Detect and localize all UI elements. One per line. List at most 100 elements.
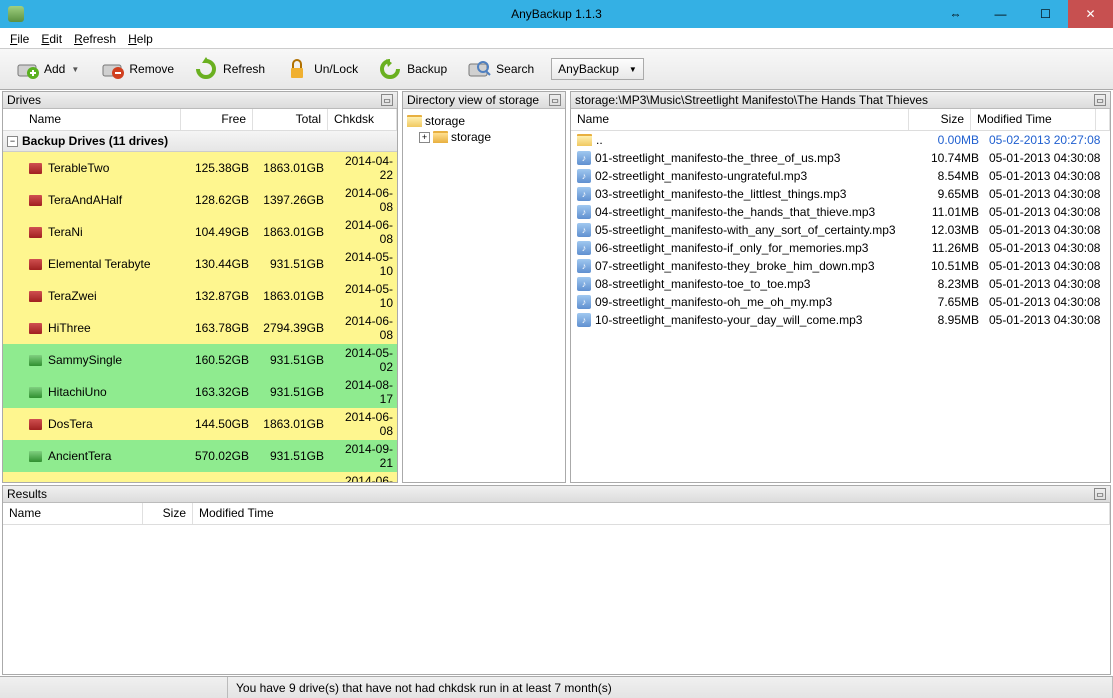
file-name: 04-streetlight_manifesto-the_hands_that_…: [595, 205, 875, 219]
search-button[interactable]: Search: [458, 52, 543, 86]
file-size: 8.54MB: [923, 169, 985, 183]
col-total[interactable]: Total: [253, 109, 328, 130]
unlock-button[interactable]: Un/Lock: [276, 52, 367, 86]
file-modified: 05-01-2013 04:30:08: [985, 205, 1110, 219]
file-row[interactable]: ♪06-streetlight_manifesto-if_only_for_me…: [571, 239, 1110, 257]
profile-select[interactable]: AnyBackup ▼: [551, 58, 644, 80]
drive-row[interactable]: AncientTera570.02GB931.51GB2014-09-21: [3, 440, 397, 472]
drive-chkdsk: 2014-09-21: [328, 442, 397, 470]
drives-list[interactable]: −Backup Drives (11 drives)TerableTwo125.…: [3, 131, 397, 482]
music-file-icon: ♪: [577, 169, 591, 183]
parent-folder-row[interactable]: ..0.00MB05-02-2013 20:27:08: [571, 131, 1110, 149]
remove-button[interactable]: Remove: [91, 52, 183, 86]
drive-name: TeraNi: [48, 225, 83, 239]
results-list[interactable]: [3, 525, 1110, 674]
refresh-icon: [194, 57, 218, 81]
drive-chkdsk: 2014-06-08: [328, 474, 397, 482]
remove-icon: [100, 57, 124, 81]
drive-icon: [29, 419, 42, 430]
file-row[interactable]: ♪07-streetlight_manifesto-they_broke_him…: [571, 257, 1110, 275]
file-modified: 05-01-2013 04:30:08: [985, 277, 1110, 291]
expand-icon[interactable]: +: [419, 132, 430, 143]
drive-name: SammySingle: [48, 353, 122, 367]
drive-icon: [29, 451, 42, 462]
drive-row[interactable]: TerableTwo125.38GB1863.01GB2014-04-22: [3, 152, 397, 184]
col-size[interactable]: Size: [143, 503, 193, 524]
drive-row[interactable]: HitachiUno163.32GB931.51GB2014-08-17: [3, 376, 397, 408]
drive-free: 130.44GB: [181, 257, 253, 271]
tree-panel-header: Directory view of storage ▭: [403, 92, 565, 109]
panel-collapse-icon[interactable]: ▭: [1094, 488, 1106, 500]
col-name[interactable]: Name: [571, 109, 909, 130]
title-bar: AnyBackup 1.1.3 ⇔ — ☐ ✕: [0, 0, 1113, 28]
file-name: 07-streetlight_manifesto-they_broke_him_…: [595, 259, 875, 273]
file-size: 10.51MB: [923, 259, 985, 273]
drive-row[interactable]: SammySingle160.52GB931.51GB2014-05-02: [3, 344, 397, 376]
remove-label: Remove: [129, 62, 174, 76]
drive-total: 931.51GB: [253, 257, 328, 271]
files-list[interactable]: ..0.00MB05-02-2013 20:27:08♪01-streetlig…: [571, 131, 1110, 482]
status-cell-left: [0, 677, 228, 698]
minimize-button[interactable]: —: [978, 0, 1023, 28]
drive-chkdsk: 2014-06-08: [328, 314, 397, 342]
col-modified[interactable]: Modified Time: [971, 109, 1096, 130]
file-name: 06-streetlight_manifesto-if_only_for_mem…: [595, 241, 868, 255]
col-name[interactable]: Name: [3, 503, 143, 524]
file-row[interactable]: ♪05-streetlight_manifesto-with_any_sort_…: [571, 221, 1110, 239]
refresh-button[interactable]: Refresh: [185, 52, 274, 86]
file-row[interactable]: ♪10-streetlight_manifesto-your_day_will_…: [571, 311, 1110, 329]
add-button[interactable]: Add ▼: [6, 52, 89, 86]
drive-free: 128.62GB: [181, 193, 253, 207]
menu-help[interactable]: Help: [122, 30, 159, 48]
tree-body[interactable]: storage + storage: [403, 109, 565, 149]
file-name: 05-streetlight_manifesto-with_any_sort_o…: [595, 223, 896, 237]
tree-root[interactable]: storage: [405, 113, 563, 129]
col-modified[interactable]: Modified Time: [193, 503, 1110, 524]
drive-total: 1863.01GB: [253, 417, 328, 431]
file-name: 09-streetlight_manifesto-oh_me_oh_my.mp3: [595, 295, 832, 309]
add-icon: [15, 57, 39, 81]
panel-collapse-icon[interactable]: ▭: [1094, 94, 1106, 106]
drive-group-header[interactable]: −Backup Drives (11 drives): [3, 131, 397, 152]
file-size: 8.95MB: [923, 313, 985, 327]
file-row[interactable]: ♪09-streetlight_manifesto-oh_me_oh_my.mp…: [571, 293, 1110, 311]
panel-collapse-icon[interactable]: ▭: [549, 94, 561, 106]
drive-icon: [29, 259, 42, 270]
col-name[interactable]: Name: [3, 109, 181, 130]
file-row[interactable]: ♪04-streetlight_manifesto-the_hands_that…: [571, 203, 1110, 221]
file-row[interactable]: ♪03-streetlight_manifesto-the_littlest_t…: [571, 185, 1110, 203]
file-size: 8.23MB: [923, 277, 985, 291]
drive-row[interactable]: TeraAndAHalf128.62GB1397.26GB2014-06-08: [3, 184, 397, 216]
drive-icon: [29, 355, 42, 366]
close-button[interactable]: ✕: [1068, 0, 1113, 28]
chevron-down-icon[interactable]: ▼: [70, 65, 80, 74]
drive-free: 163.32GB: [181, 385, 253, 399]
results-panel-header: Results ▭: [3, 486, 1110, 503]
col-chkdsk[interactable]: Chkdsk: [328, 109, 397, 130]
drive-row[interactable]: HiThree163.78GB2794.39GB2014-06-08: [3, 312, 397, 344]
backup-button[interactable]: Backup: [369, 52, 456, 86]
col-free[interactable]: Free: [181, 109, 253, 130]
file-row[interactable]: ♪02-streetlight_manifesto-ungrateful.mp3…: [571, 167, 1110, 185]
drive-row[interactable]: Elemental Terabyte130.44GB931.51GB2014-0…: [3, 248, 397, 280]
menu-edit[interactable]: Edit: [35, 30, 68, 48]
move-arrows-icon[interactable]: ⇔: [933, 0, 978, 28]
menu-file[interactable]: File: [4, 30, 35, 48]
col-size[interactable]: Size: [909, 109, 971, 130]
tree-child[interactable]: + storage: [405, 129, 563, 145]
panel-collapse-icon[interactable]: ▭: [381, 94, 393, 106]
drive-total: 2794.39GB: [253, 321, 328, 335]
maximize-button[interactable]: ☐: [1023, 0, 1068, 28]
drive-icon: [29, 291, 42, 302]
menu-refresh[interactable]: Refresh: [68, 30, 122, 48]
drive-row[interactable]: TeraZwei132.87GB1863.01GB2014-05-10: [3, 280, 397, 312]
drive-icon: [29, 387, 42, 398]
refresh-label: Refresh: [223, 62, 265, 76]
file-row[interactable]: ♪01-streetlight_manifesto-the_three_of_u…: [571, 149, 1110, 167]
drive-row[interactable]: HiTera128.32GB931.51GB2014-06-08: [3, 472, 397, 482]
collapse-icon[interactable]: −: [7, 136, 18, 147]
file-row[interactable]: ♪08-streetlight_manifesto-toe_to_toe.mp3…: [571, 275, 1110, 293]
file-name: ..: [596, 133, 603, 147]
drive-row[interactable]: DosTera144.50GB1863.01GB2014-06-08: [3, 408, 397, 440]
drive-row[interactable]: TeraNi104.49GB1863.01GB2014-06-08: [3, 216, 397, 248]
